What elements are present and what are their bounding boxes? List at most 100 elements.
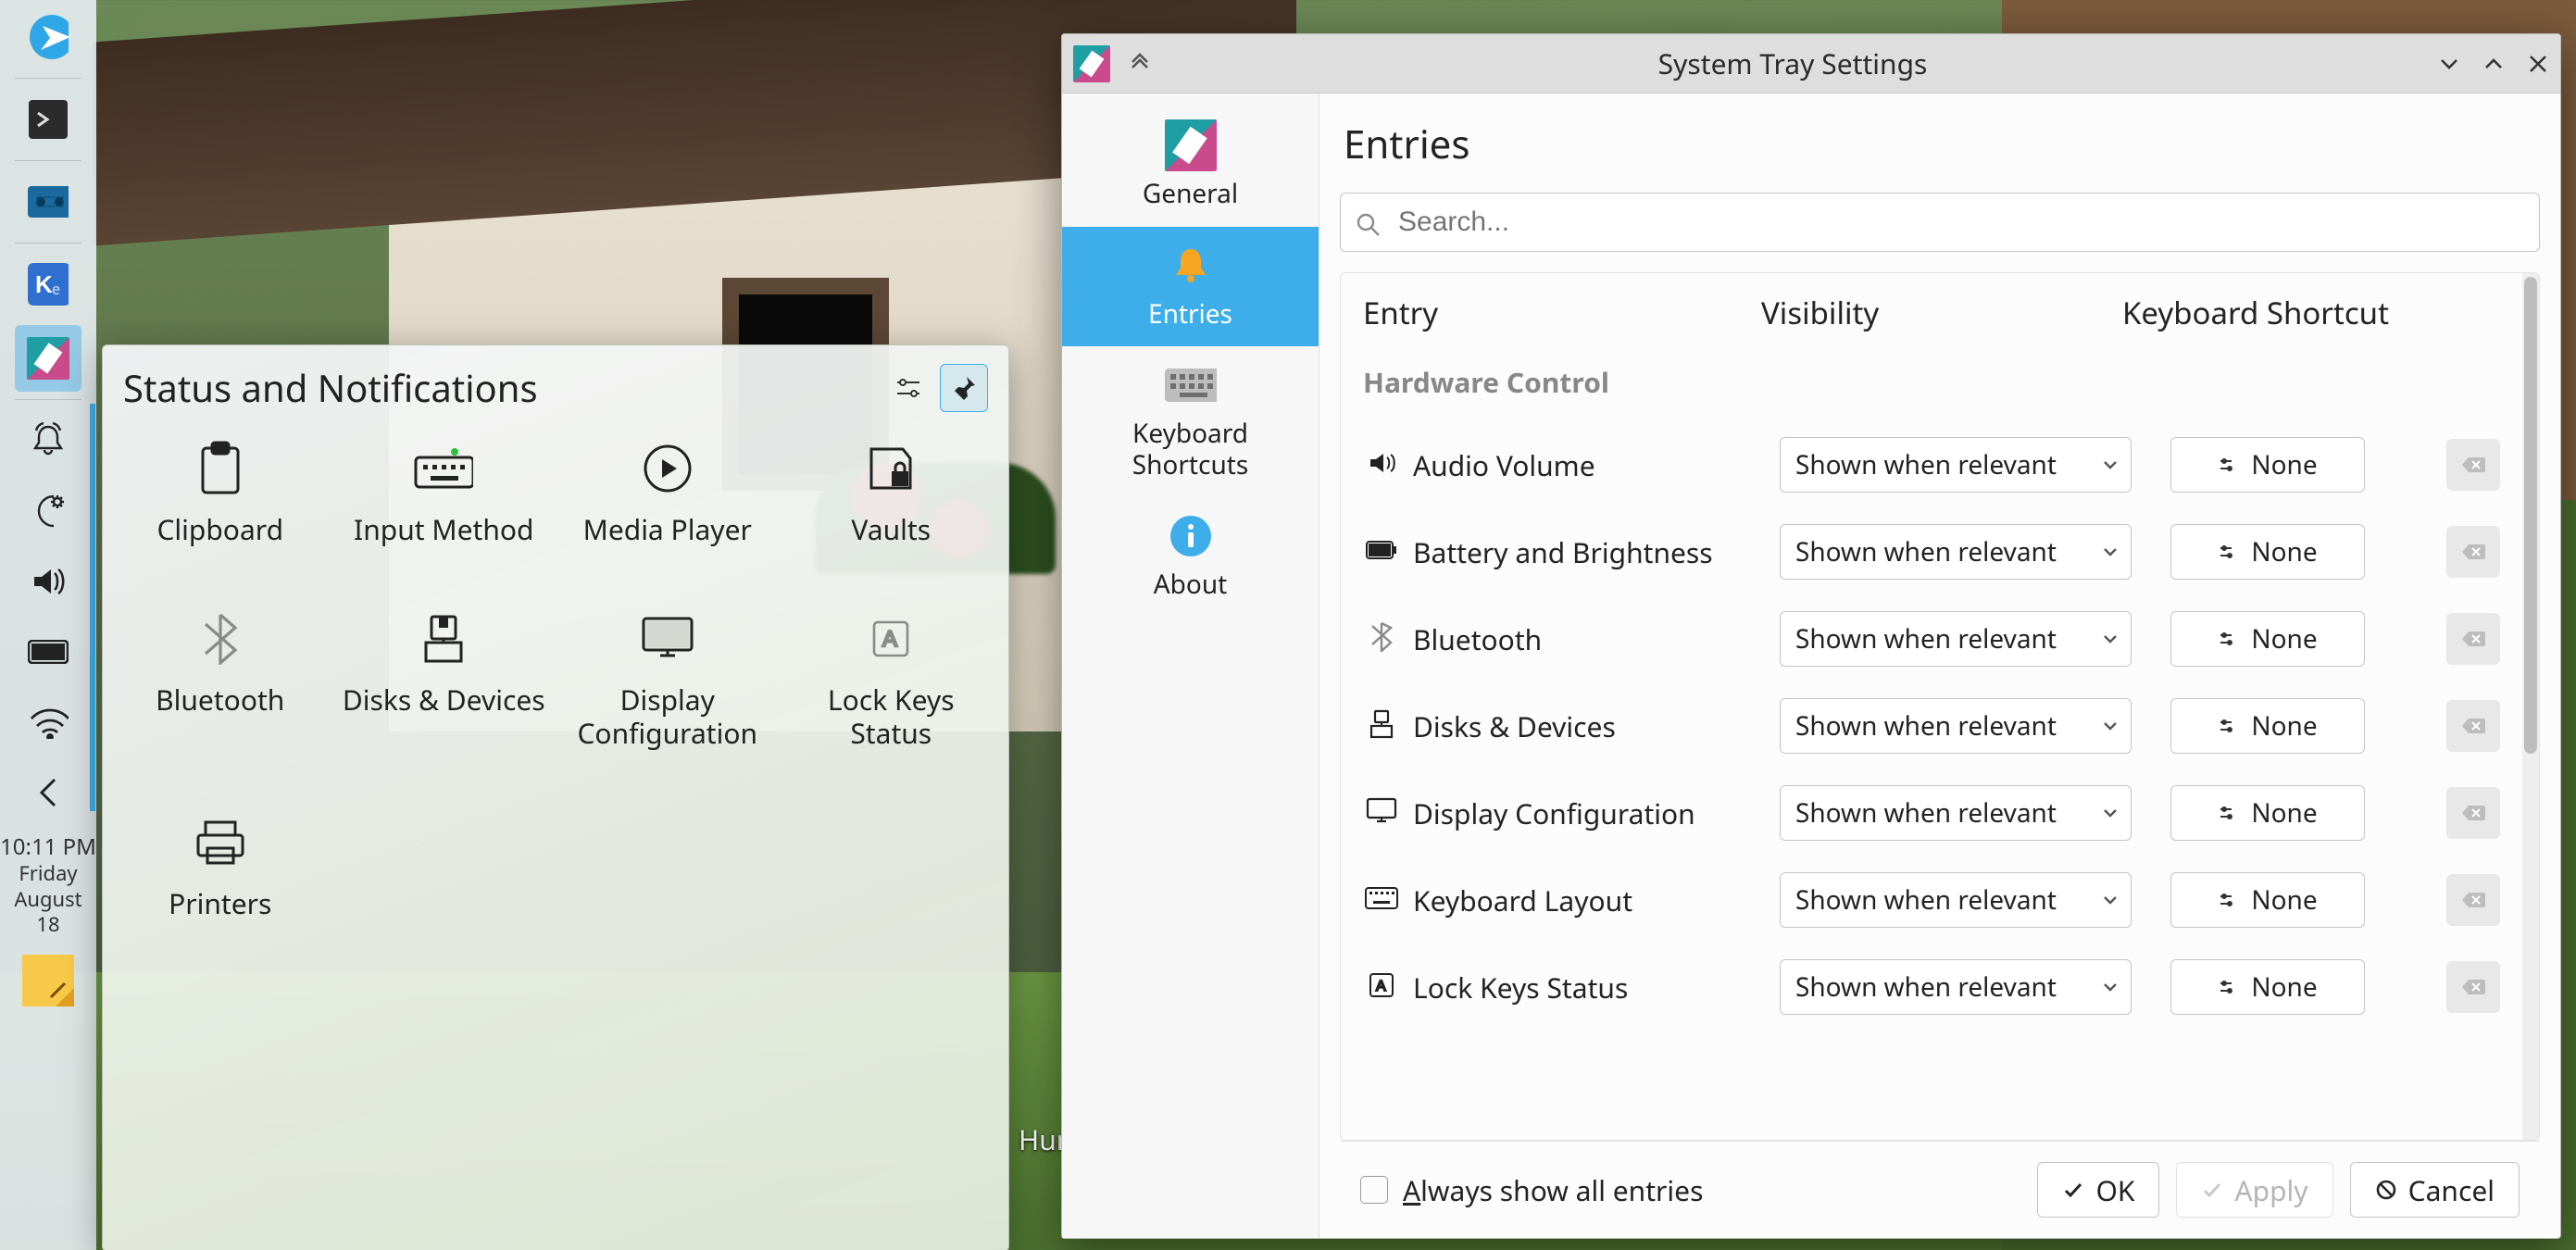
info-icon	[1165, 510, 1217, 562]
shortcut-button[interactable]: None	[2170, 785, 2365, 841]
tray-item-label: Media Player	[583, 513, 752, 546]
system-tray-settings-icon[interactable]	[15, 325, 81, 392]
display-icon	[638, 609, 697, 669]
input-method-icon	[414, 439, 473, 498]
tray-item-disks-devices[interactable]: Disks & Devices	[332, 609, 556, 750]
visibility-combo[interactable]: Shown when relevant	[1780, 524, 2132, 580]
general-icon	[1165, 119, 1217, 171]
sidebar-item-keyboard-shortcuts[interactable]: Keyboard Shortcuts	[1062, 346, 1319, 497]
entry-row: Keyboard Layout Shown when relevant None	[1341, 856, 2522, 944]
visibility-combo[interactable]: Shown when relevant	[1780, 611, 2132, 667]
search-input[interactable]	[1396, 206, 2524, 239]
entry-icon: A	[1363, 971, 1400, 1004]
visibility-combo[interactable]: Shown when relevant	[1780, 698, 2132, 754]
tray-item-bluetooth[interactable]: Bluetooth	[108, 609, 332, 750]
clock-day: 18	[0, 912, 96, 938]
terminal-icon[interactable]	[15, 86, 81, 153]
sticky-note-icon[interactable]	[22, 955, 74, 1006]
tray-item-clipboard[interactable]: Clipboard	[108, 439, 332, 546]
entry-name: Bluetooth	[1413, 620, 1767, 658]
clear-shortcut-button[interactable]	[2446, 787, 2500, 839]
status-notifications-popup: Status and Notifications ClipboardInput …	[102, 344, 1009, 1250]
night-color-tray-icon[interactable]	[15, 478, 81, 544]
network-tray-icon[interactable]	[15, 689, 81, 756]
bluetooth-icon	[191, 609, 250, 669]
visibility-combo[interactable]: Shown when relevant	[1780, 785, 2132, 841]
clear-shortcut-button[interactable]	[2446, 961, 2500, 1013]
cassette-icon[interactable]	[15, 169, 81, 235]
clear-shortcut-button[interactable]	[2446, 526, 2500, 578]
tray-item-media-player[interactable]: Media Player	[556, 439, 780, 546]
visibility-combo[interactable]: Shown when relevant	[1780, 872, 2132, 928]
tray-item-display-configuration[interactable]: Display Configuration	[556, 609, 780, 750]
clear-shortcut-button[interactable]	[2446, 439, 2500, 491]
vaults-icon	[861, 439, 920, 498]
clear-shortcut-button[interactable]	[2446, 613, 2500, 665]
visibility-combo[interactable]: Shown when relevant	[1780, 437, 2132, 493]
notifications-tray-icon[interactable]	[15, 407, 81, 474]
panel-clock[interactable]: 10:11 PM Friday August 18	[0, 833, 96, 938]
entry-row: Battery and Brightness Shown when relevan…	[1341, 508, 2522, 595]
entry-name: Battery and Brightness	[1413, 533, 1767, 571]
minimize-button[interactable]	[2427, 42, 2471, 86]
clipboard-icon	[191, 439, 250, 498]
shortcut-button[interactable]: None	[2170, 437, 2365, 493]
clear-shortcut-button[interactable]	[2446, 874, 2500, 926]
media-player-icon	[638, 439, 697, 498]
scrollbar[interactable]	[2522, 273, 2539, 1140]
shortcut-button[interactable]: None	[2170, 872, 2365, 928]
app-launcher-icon[interactable]	[15, 4, 81, 70]
printers-icon	[191, 813, 250, 872]
titlebar[interactable]: System Tray Settings	[1062, 34, 2560, 94]
titlebar-more-icon[interactable]	[1121, 45, 1158, 82]
audio-tray-icon[interactable]	[15, 548, 81, 615]
entry-row: Audio VolumeShown when relevantNone	[1341, 421, 2522, 508]
page-title: Entries	[1344, 118, 2540, 170]
tray-item-printers[interactable]: Printers	[108, 813, 332, 920]
always-show-checkbox[interactable]	[1360, 1176, 1388, 1204]
tray-item-label: Clipboard	[156, 513, 283, 546]
shortcut-button[interactable]: None	[2170, 959, 2365, 1015]
svg-text:A: A	[882, 627, 897, 652]
entry-icon	[1363, 797, 1400, 830]
close-button[interactable]	[2516, 42, 2560, 86]
ok-button[interactable]: OK	[2037, 1162, 2159, 1218]
sidebar-item-about[interactable]: About	[1062, 497, 1319, 618]
entry-row: Disks & DevicesShown when relevantNone	[1341, 682, 2522, 769]
shortcut-button[interactable]: None	[2170, 524, 2365, 580]
entry-row: Bluetooth Shown when relevant None	[1341, 595, 2522, 682]
svg-text:e: e	[52, 279, 60, 299]
shortcut-button[interactable]: None	[2170, 611, 2365, 667]
tray-item-vaults[interactable]: Vaults	[780, 439, 1004, 546]
sidebar-item-general[interactable]: General	[1062, 106, 1319, 227]
clear-shortcut-button[interactable]	[2446, 700, 2500, 752]
keyboard-icon	[1165, 359, 1217, 411]
visibility-combo[interactable]: Shown when relevant	[1780, 959, 2132, 1015]
clock-month: August	[0, 887, 96, 913]
entry-icon	[1363, 622, 1400, 656]
entry-name: Keyboard Layout	[1413, 881, 1767, 919]
tray-item-label: Input Method	[354, 513, 533, 546]
svg-text:K: K	[35, 270, 53, 298]
entry-name: Display Configuration	[1413, 794, 1767, 832]
search-field[interactable]	[1340, 193, 2540, 252]
pin-button[interactable]	[940, 364, 988, 412]
search-icon	[1356, 208, 1383, 236]
clock-time: 10:11 PM	[0, 833, 96, 861]
cancel-button[interactable]: Cancel	[2350, 1162, 2520, 1218]
kate-editor-icon[interactable]: Ke	[15, 251, 81, 318]
configure-button[interactable]	[884, 364, 932, 412]
tray-item-input-method[interactable]: Input Method	[332, 439, 556, 546]
maximize-button[interactable]	[2471, 42, 2516, 86]
shortcut-button[interactable]: None	[2170, 698, 2365, 754]
tray-item-lock-keys-status[interactable]: ALock Keys Status	[780, 609, 1004, 750]
lock-keys-icon: A	[861, 609, 920, 669]
always-show-label: Always show all entries	[1403, 1171, 1703, 1209]
settings-window: System Tray Settings General Entries Key…	[1061, 33, 2561, 1239]
entry-icon	[1363, 709, 1400, 744]
disks-devices-icon	[414, 609, 473, 669]
sidebar-item-entries[interactable]: Entries	[1062, 227, 1319, 347]
battery-tray-icon[interactable]	[15, 619, 81, 685]
tray-item-label: Bluetooth	[156, 683, 284, 717]
tray-expand-icon[interactable]	[15, 759, 81, 826]
